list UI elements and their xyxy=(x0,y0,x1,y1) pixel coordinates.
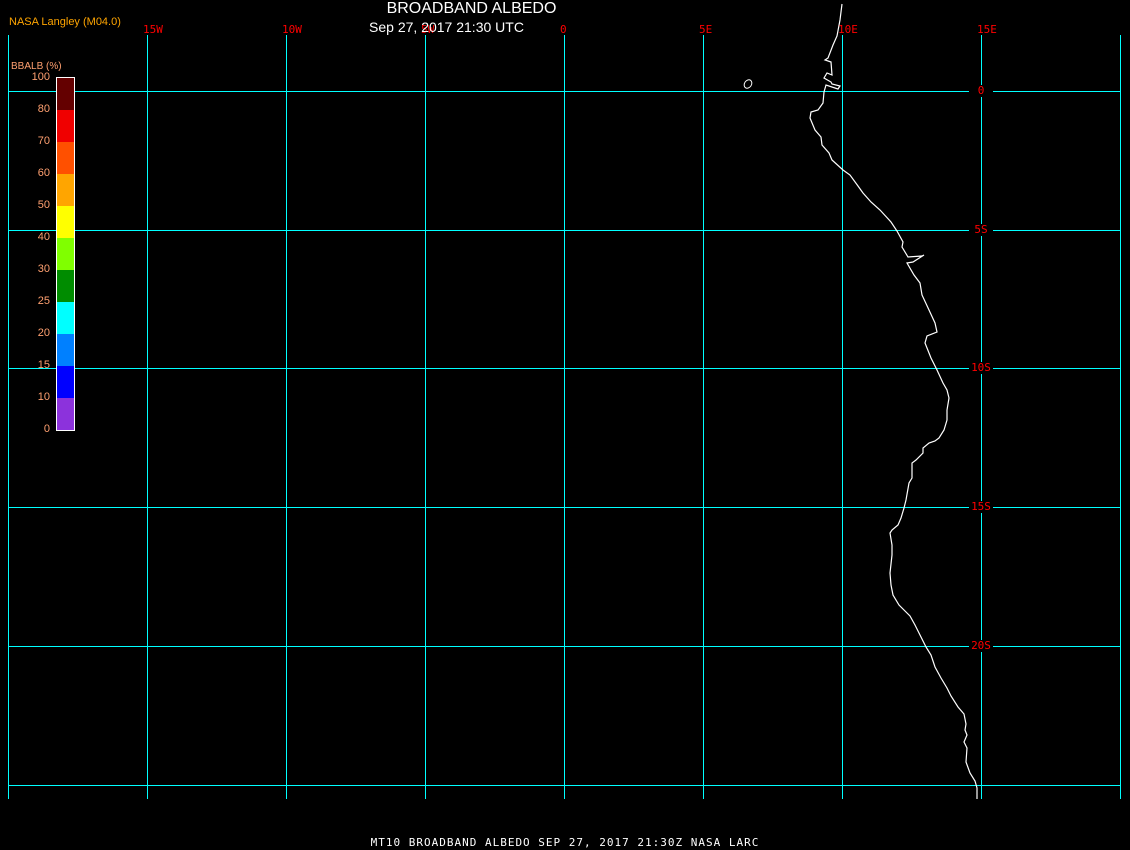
latitude-label: 20S xyxy=(969,640,993,652)
map-canvas xyxy=(8,3,1121,799)
colorbar xyxy=(56,77,75,431)
latitude-label: 10S xyxy=(969,362,993,374)
map-title: BROADBAND ALBEDO xyxy=(386,0,557,17)
colorbar-tick-label: 70 xyxy=(37,135,50,147)
colorbar-tick-label: 10 xyxy=(37,391,50,403)
island-outline xyxy=(743,79,753,89)
colorbar-tick-label: 0 xyxy=(43,423,50,435)
colorbar-segment xyxy=(57,174,74,206)
coastline xyxy=(809,3,978,799)
colorbar-segment xyxy=(57,334,74,366)
colorbar-segment xyxy=(57,398,74,430)
colorbar-segment xyxy=(57,238,74,270)
footer-caption: MT10 BROADBAND ALBEDO SEP 27, 2017 21:30… xyxy=(370,836,760,849)
longitude-label: 15E xyxy=(977,23,997,36)
colorbar-tick-label: 80 xyxy=(37,103,50,115)
colorbar-tick-label: 100 xyxy=(31,71,50,83)
colorbar-tick-label: 50 xyxy=(37,199,50,211)
latitude-label: 15S xyxy=(969,501,993,513)
colorbar-tick-label: 25 xyxy=(37,295,50,307)
colorbar-segment xyxy=(57,142,74,174)
colorbar-segment xyxy=(57,206,74,238)
colorbar-segment xyxy=(57,110,74,142)
colorbar-tick-label: 15 xyxy=(37,359,50,371)
latitude-label: 5S xyxy=(969,224,993,236)
latitude-label: 0 xyxy=(969,85,993,97)
map-timestamp: Sep 27, 2017 21:30 UTC xyxy=(369,19,524,35)
colorbar-segment xyxy=(57,366,74,398)
colorbar-tick-label: 30 xyxy=(37,263,50,275)
colorbar-tick-label: 20 xyxy=(37,327,50,339)
colorbar-segment xyxy=(57,78,74,110)
colorbar-segment xyxy=(57,270,74,302)
colorbar-tick-label: 60 xyxy=(37,167,50,179)
colorbar-segment xyxy=(57,302,74,334)
colorbar-tick-label: 40 xyxy=(37,231,50,243)
